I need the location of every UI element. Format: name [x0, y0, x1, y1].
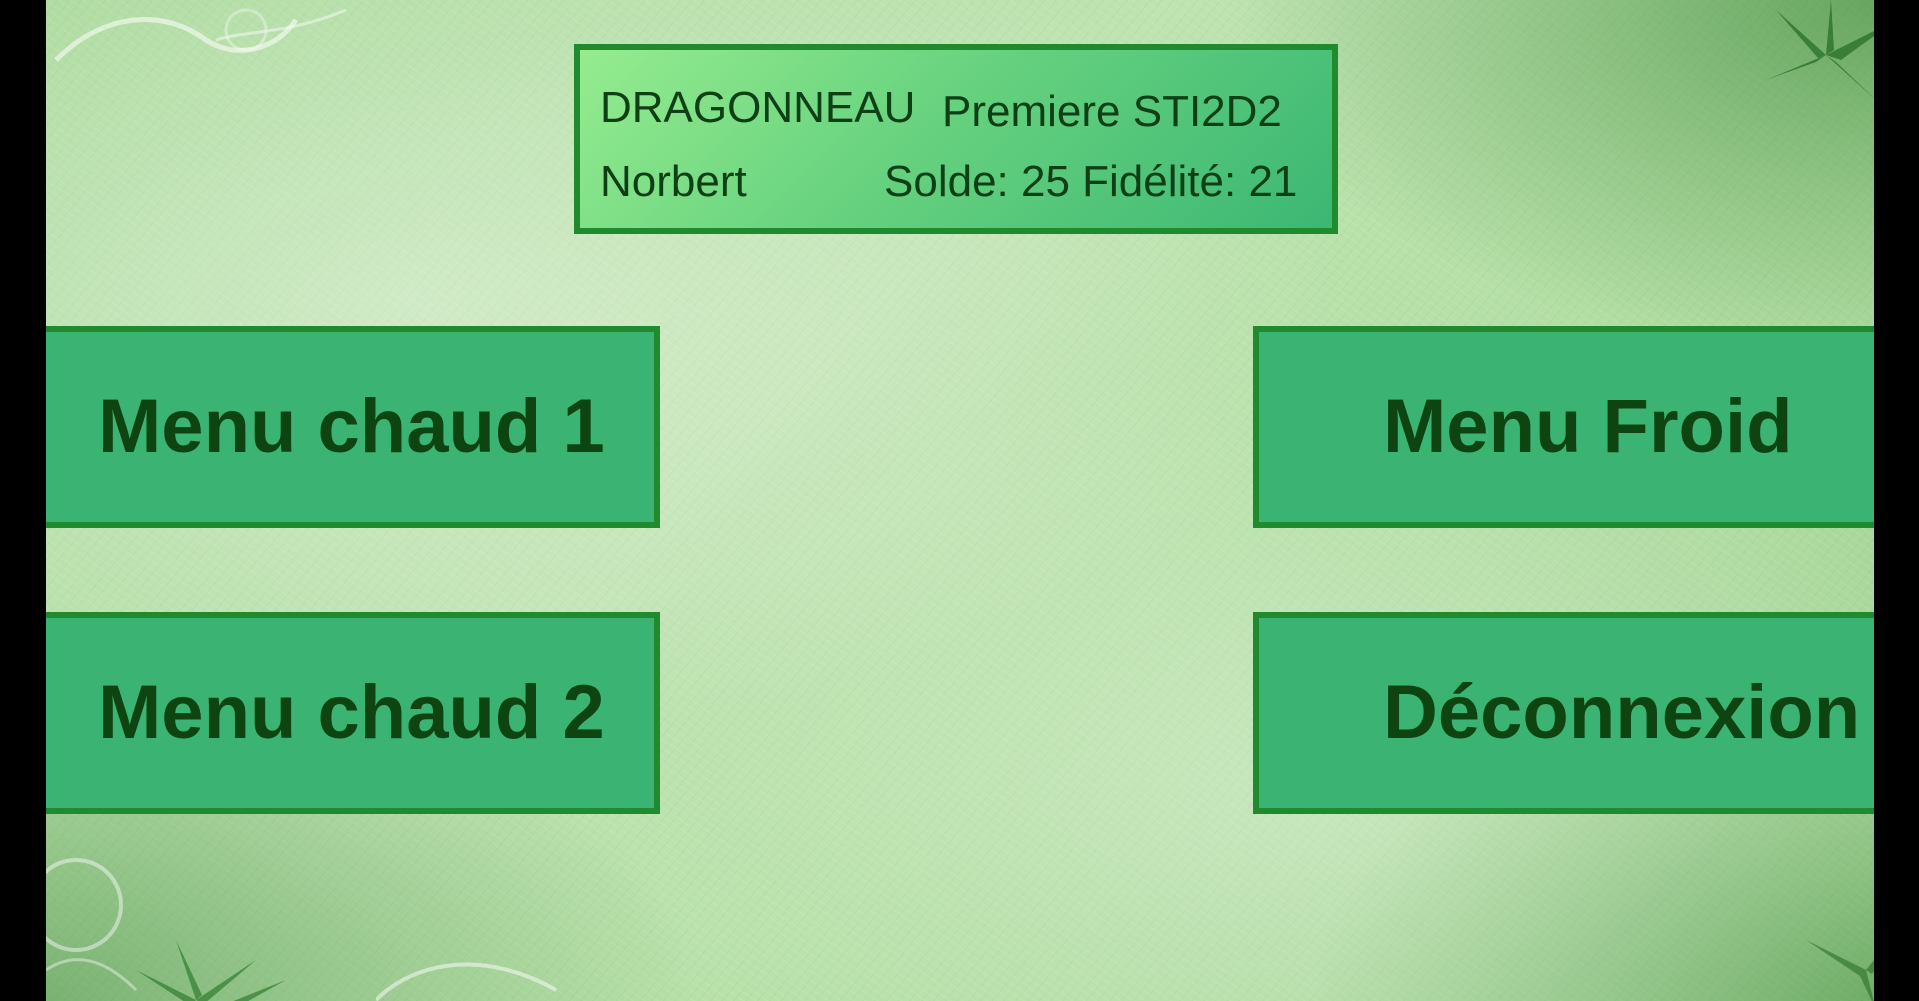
leaf-cluster-icon: [1766, 0, 1874, 99]
logout-button[interactable]: Déconnexion: [1253, 612, 1874, 814]
app-screen: DRAGONNEAU Premiere STI2D2 Norbert Solde…: [46, 0, 1874, 1001]
student-info-panel: DRAGONNEAU Premiere STI2D2 Norbert Solde…: [574, 44, 1338, 234]
student-class: Premiere STI2D2: [942, 87, 1282, 136]
cold-menu-button[interactable]: Menu Froid: [1253, 326, 1874, 528]
logout-label: Déconnexion: [1383, 670, 1861, 755]
student-first-name: Norbert: [600, 157, 747, 206]
swirl-ornament-icon: [46, 858, 138, 992]
swirl-ornament-icon: [376, 962, 557, 1001]
leaf-cluster-icon: [1806, 940, 1874, 1001]
hot-menu-1-label: Menu chaud 1: [98, 384, 605, 469]
swirl-ornament-icon: [54, 8, 347, 62]
hot-menu-2-button[interactable]: Menu chaud 2: [46, 612, 660, 814]
student-last-name: DRAGONNEAU: [600, 83, 916, 132]
leaf-cluster-icon: [136, 940, 286, 1001]
hot-menu-1-button[interactable]: Menu chaud 1: [46, 326, 660, 528]
balance-loyalty-text: Solde: 25 Fidélité: 21: [884, 157, 1298, 206]
hot-menu-2-label: Menu chaud 2: [98, 670, 605, 755]
cold-menu-label: Menu Froid: [1383, 384, 1793, 469]
